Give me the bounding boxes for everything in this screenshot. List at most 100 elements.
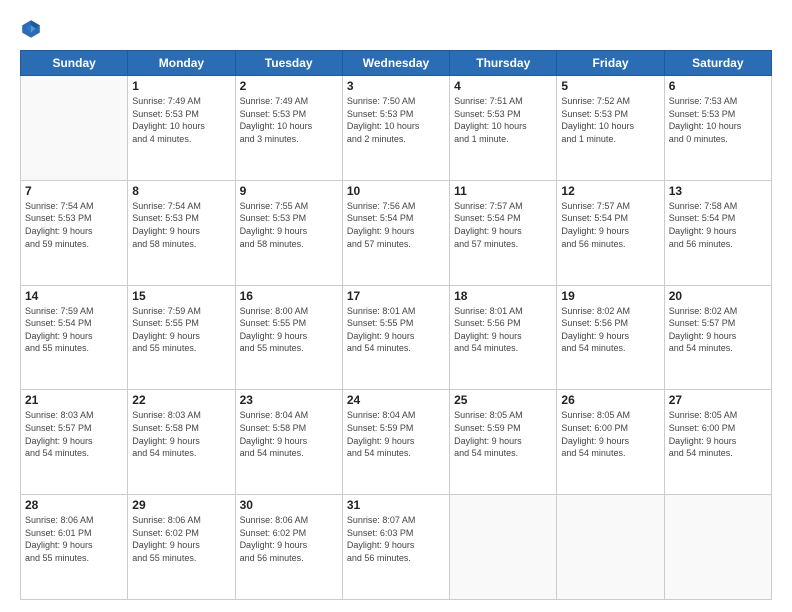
day-cell: 27Sunrise: 8:05 AM Sunset: 6:00 PM Dayli… (664, 390, 771, 495)
weekday-thursday: Thursday (450, 51, 557, 76)
day-info: Sunrise: 7:57 AM Sunset: 5:54 PM Dayligh… (561, 200, 659, 250)
day-cell: 20Sunrise: 8:02 AM Sunset: 5:57 PM Dayli… (664, 285, 771, 390)
day-number: 25 (454, 393, 552, 407)
day-number: 24 (347, 393, 445, 407)
day-cell: 29 Sunrise: 8:06 AM Sunset: 6:02 PM Dayli… (128, 495, 235, 600)
logo-icon (20, 18, 42, 40)
day-info: Sunrise: 7:55 AM Sunset: 5:53 PM Dayligh… (240, 200, 338, 250)
day-cell: 23Sunrise: 8:04 AM Sunset: 5:58 PM Dayli… (235, 390, 342, 495)
day-cell: 24 Sunrise: 8:04 AM Sunset: 5:59 PM Dayli… (342, 390, 449, 495)
day-number: 23 (240, 393, 338, 407)
day-number: 13 (669, 184, 767, 198)
weekday-header-row: SundayMondayTuesdayWednesdayThursdayFrid… (21, 51, 772, 76)
day-number: 30 (240, 498, 338, 512)
day-number: 19 (561, 289, 659, 303)
day-number: 27 (669, 393, 767, 407)
week-row-2: 7 Sunrise: 7:54 AM Sunset: 5:53 PM Daylig… (21, 180, 772, 285)
day-cell: 2Sunrise: 7:49 AM Sunset: 5:53 PM Daylig… (235, 76, 342, 181)
day-number: 9 (240, 184, 338, 198)
day-cell (21, 76, 128, 181)
day-number: 14 (25, 289, 123, 303)
day-info: Sunrise: 7:53 AM Sunset: 5:53 PM Dayligh… (669, 95, 767, 145)
day-number: 22 (132, 393, 230, 407)
day-cell (664, 495, 771, 600)
day-cell: 4 Sunrise: 7:51 AM Sunset: 5:53 PM Daylig… (450, 76, 557, 181)
header (20, 18, 772, 40)
day-number: 5 (561, 79, 659, 93)
day-cell: 26Sunrise: 8:05 AM Sunset: 6:00 PM Dayli… (557, 390, 664, 495)
day-number: 17 (347, 289, 445, 303)
weekday-friday: Friday (557, 51, 664, 76)
day-cell: 15 Sunrise: 7:59 AM Sunset: 5:55 PM Dayli… (128, 285, 235, 390)
day-cell: 25Sunrise: 8:05 AM Sunset: 5:59 PM Dayli… (450, 390, 557, 495)
day-info: Sunrise: 8:06 AM Sunset: 6:01 PM Dayligh… (25, 514, 123, 564)
week-row-4: 21 Sunrise: 8:03 AM Sunset: 5:57 PM Dayli… (21, 390, 772, 495)
week-row-3: 14 Sunrise: 7:59 AM Sunset: 5:54 PM Dayli… (21, 285, 772, 390)
weekday-wednesday: Wednesday (342, 51, 449, 76)
day-number: 15 (132, 289, 230, 303)
day-cell: 7 Sunrise: 7:54 AM Sunset: 5:53 PM Daylig… (21, 180, 128, 285)
day-number: 7 (25, 184, 123, 198)
day-cell: 9 Sunrise: 7:55 AM Sunset: 5:53 PM Daylig… (235, 180, 342, 285)
day-cell: 6 Sunrise: 7:53 AM Sunset: 5:53 PM Daylig… (664, 76, 771, 181)
day-number: 21 (25, 393, 123, 407)
day-info: Sunrise: 7:49 AM Sunset: 5:53 PM Dayligh… (240, 95, 338, 145)
day-number: 26 (561, 393, 659, 407)
day-number: 10 (347, 184, 445, 198)
day-cell: 22 Sunrise: 8:03 AM Sunset: 5:58 PM Dayli… (128, 390, 235, 495)
day-info: Sunrise: 8:04 AM Sunset: 5:59 PM Dayligh… (347, 409, 445, 459)
day-number: 11 (454, 184, 552, 198)
weekday-monday: Monday (128, 51, 235, 76)
page: SundayMondayTuesdayWednesdayThursdayFrid… (0, 0, 792, 612)
week-row-1: 1Sunrise: 7:49 AM Sunset: 5:53 PM Daylig… (21, 76, 772, 181)
day-info: Sunrise: 7:54 AM Sunset: 5:53 PM Dayligh… (132, 200, 230, 250)
day-cell: 17 Sunrise: 8:01 AM Sunset: 5:55 PM Dayli… (342, 285, 449, 390)
day-number: 29 (132, 498, 230, 512)
day-info: Sunrise: 7:57 AM Sunset: 5:54 PM Dayligh… (454, 200, 552, 250)
day-cell: 12 Sunrise: 7:57 AM Sunset: 5:54 PM Dayli… (557, 180, 664, 285)
day-info: Sunrise: 7:49 AM Sunset: 5:53 PM Dayligh… (132, 95, 230, 145)
logo (20, 18, 46, 40)
day-info: Sunrise: 7:50 AM Sunset: 5:53 PM Dayligh… (347, 95, 445, 145)
day-info: Sunrise: 8:03 AM Sunset: 5:57 PM Dayligh… (25, 409, 123, 459)
day-number: 28 (25, 498, 123, 512)
day-cell: 28 Sunrise: 8:06 AM Sunset: 6:01 PM Dayli… (21, 495, 128, 600)
day-info: Sunrise: 8:00 AM Sunset: 5:55 PM Dayligh… (240, 305, 338, 355)
weekday-saturday: Saturday (664, 51, 771, 76)
day-cell (450, 495, 557, 600)
weekday-sunday: Sunday (21, 51, 128, 76)
day-cell: 10 Sunrise: 7:56 AM Sunset: 5:54 PM Dayli… (342, 180, 449, 285)
day-info: Sunrise: 7:56 AM Sunset: 5:54 PM Dayligh… (347, 200, 445, 250)
weekday-tuesday: Tuesday (235, 51, 342, 76)
day-info: Sunrise: 8:06 AM Sunset: 6:02 PM Dayligh… (240, 514, 338, 564)
day-cell: 5 Sunrise: 7:52 AM Sunset: 5:53 PM Daylig… (557, 76, 664, 181)
day-number: 18 (454, 289, 552, 303)
week-row-5: 28 Sunrise: 8:06 AM Sunset: 6:01 PM Dayli… (21, 495, 772, 600)
day-number: 16 (240, 289, 338, 303)
day-info: Sunrise: 7:51 AM Sunset: 5:53 PM Dayligh… (454, 95, 552, 145)
day-info: Sunrise: 8:02 AM Sunset: 5:56 PM Dayligh… (561, 305, 659, 355)
day-cell: 30 Sunrise: 8:06 AM Sunset: 6:02 PM Dayli… (235, 495, 342, 600)
day-cell: 8 Sunrise: 7:54 AM Sunset: 5:53 PM Daylig… (128, 180, 235, 285)
day-info: Sunrise: 8:03 AM Sunset: 5:58 PM Dayligh… (132, 409, 230, 459)
day-number: 12 (561, 184, 659, 198)
day-info: Sunrise: 7:52 AM Sunset: 5:53 PM Dayligh… (561, 95, 659, 145)
day-cell: 31Sunrise: 8:07 AM Sunset: 6:03 PM Dayli… (342, 495, 449, 600)
day-info: Sunrise: 8:01 AM Sunset: 5:56 PM Dayligh… (454, 305, 552, 355)
day-info: Sunrise: 7:59 AM Sunset: 5:54 PM Dayligh… (25, 305, 123, 355)
day-cell: 13Sunrise: 7:58 AM Sunset: 5:54 PM Dayli… (664, 180, 771, 285)
day-number: 6 (669, 79, 767, 93)
day-cell: 14 Sunrise: 7:59 AM Sunset: 5:54 PM Dayli… (21, 285, 128, 390)
day-cell: 18 Sunrise: 8:01 AM Sunset: 5:56 PM Dayli… (450, 285, 557, 390)
day-cell: 21 Sunrise: 8:03 AM Sunset: 5:57 PM Dayli… (21, 390, 128, 495)
day-number: 8 (132, 184, 230, 198)
day-info: Sunrise: 7:59 AM Sunset: 5:55 PM Dayligh… (132, 305, 230, 355)
day-cell: 16 Sunrise: 8:00 AM Sunset: 5:55 PM Dayli… (235, 285, 342, 390)
day-info: Sunrise: 8:06 AM Sunset: 6:02 PM Dayligh… (132, 514, 230, 564)
day-info: Sunrise: 8:01 AM Sunset: 5:55 PM Dayligh… (347, 305, 445, 355)
day-cell: 3Sunrise: 7:50 AM Sunset: 5:53 PM Daylig… (342, 76, 449, 181)
day-cell: 11 Sunrise: 7:57 AM Sunset: 5:54 PM Dayli… (450, 180, 557, 285)
day-info: Sunrise: 7:54 AM Sunset: 5:53 PM Dayligh… (25, 200, 123, 250)
day-number: 4 (454, 79, 552, 93)
day-cell: 19 Sunrise: 8:02 AM Sunset: 5:56 PM Dayli… (557, 285, 664, 390)
